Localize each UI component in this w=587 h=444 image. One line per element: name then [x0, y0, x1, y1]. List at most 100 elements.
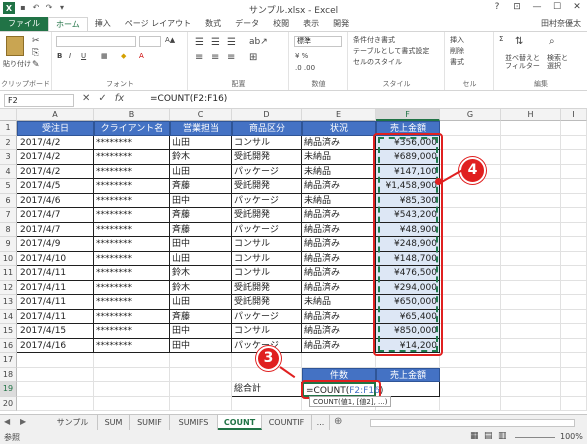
normal-view-icon[interactable]: ▦	[470, 431, 479, 441]
align-middle-icon[interactable]: ☰	[211, 37, 220, 48]
row-header[interactable]: 20	[0, 396, 17, 411]
grid-cell[interactable]	[501, 208, 561, 223]
table-row-cell[interactable]: 受託開発	[232, 150, 302, 165]
table-header-cell[interactable]: 商品区分	[232, 121, 302, 136]
italic-icon[interactable]: I	[69, 52, 71, 60]
font-size-box[interactable]	[139, 36, 161, 47]
sort-filter-button[interactable]: 並べ替えと フィルター	[505, 54, 540, 70]
column-header[interactable]: C	[170, 109, 232, 121]
grid-cell[interactable]	[561, 295, 587, 310]
sheet-tab-sum[interactable]: SUM	[98, 415, 130, 430]
row-header[interactable]: 15	[0, 324, 17, 339]
grid-cell[interactable]	[501, 135, 561, 150]
row-header[interactable]: 16	[0, 338, 17, 353]
close-button[interactable]: ✕	[567, 0, 587, 14]
table-row-cell[interactable]: パッケージ	[232, 164, 302, 179]
column-header[interactable]: I	[561, 109, 587, 121]
total-label-cell[interactable]: 総合計	[232, 382, 302, 397]
grid-cell[interactable]	[17, 353, 94, 368]
table-row-cell[interactable]: 田中	[170, 237, 232, 252]
copy-icon[interactable]: ⎘	[32, 48, 39, 58]
grid-cell[interactable]	[501, 237, 561, 252]
row-header[interactable]: 10	[0, 251, 17, 266]
table-row-cell[interactable]: パッケージ	[232, 222, 302, 237]
grid-cell[interactable]	[561, 280, 587, 295]
row-header[interactable]: 18	[0, 367, 17, 382]
grid-cell[interactable]	[501, 367, 561, 382]
table-row-cell[interactable]: 斉藤	[170, 309, 232, 324]
grid-cell[interactable]	[440, 382, 501, 397]
table-row-cell[interactable]: パッケージ	[232, 193, 302, 208]
number-format-box[interactable]: 標準	[294, 36, 342, 47]
grid-cell[interactable]	[561, 396, 587, 411]
grid-cell[interactable]	[170, 382, 232, 397]
grid-cell[interactable]	[561, 150, 587, 165]
sort-filter-icon[interactable]: ⇅	[515, 36, 523, 47]
tab-formulas[interactable]: 数式	[198, 17, 228, 31]
page-layout-view-icon[interactable]: ▤	[484, 431, 493, 441]
table-row-cell[interactable]: 鈴木	[170, 266, 232, 281]
table-row-cell[interactable]: ********	[94, 280, 170, 295]
page-break-view-icon[interactable]: ▥	[498, 431, 507, 441]
table-row-cell[interactable]: ********	[94, 338, 170, 353]
grid-cell[interactable]	[501, 280, 561, 295]
table-row-cell[interactable]: コンサル	[232, 237, 302, 252]
grid-cell[interactable]	[501, 251, 561, 266]
table-row-cell[interactable]: 納品済み	[302, 179, 376, 194]
table-row-cell[interactable]: 受託開発	[232, 280, 302, 295]
table-row-cell[interactable]: ********	[94, 164, 170, 179]
grid-cell[interactable]	[501, 150, 561, 165]
grid-cell[interactable]	[501, 266, 561, 281]
formula-input[interactable]: =COUNT(F2:F16)	[150, 94, 227, 104]
orientation-icon[interactable]: ab↗	[249, 37, 268, 47]
table-row-cell[interactable]: ********	[94, 237, 170, 252]
sheet-tab-sumif[interactable]: SUMIF	[130, 415, 170, 430]
row-header[interactable]: 11	[0, 266, 17, 281]
table-row-cell[interactable]: 2017/4/11	[17, 280, 94, 295]
format-cells-button[interactable]: 書式	[450, 57, 464, 67]
row-header[interactable]: 4	[0, 164, 17, 179]
table-row-cell[interactable]: 鈴木	[170, 150, 232, 165]
table-row-cell[interactable]: 納品済み	[302, 237, 376, 252]
column-header[interactable]: B	[94, 109, 170, 121]
row-header[interactable]: 2	[0, 135, 17, 150]
sales-header-cell[interactable]: 売上金額	[376, 367, 440, 382]
table-header-cell[interactable]: 営業担当	[170, 121, 232, 136]
sheet-tab-count[interactable]: COUNT	[218, 415, 262, 430]
table-row-cell[interactable]: 斉藤	[170, 208, 232, 223]
grid-cell[interactable]	[440, 251, 501, 266]
tab-developer[interactable]: 開発	[326, 17, 356, 31]
row-header[interactable]: 1	[0, 121, 17, 136]
sheet-tab-sumifs[interactable]: SUMIFS	[170, 415, 218, 430]
grid-cell[interactable]	[561, 382, 587, 397]
grid-cell[interactable]	[440, 266, 501, 281]
tab-scroll-left-icon[interactable]: ◀	[4, 417, 10, 426]
column-header[interactable]: A	[17, 109, 94, 121]
grid-cell[interactable]	[94, 382, 170, 397]
table-row-cell[interactable]: 納品済み	[302, 135, 376, 150]
table-row-cell[interactable]: 納品済み	[302, 338, 376, 353]
format-painter-icon[interactable]: ✎	[32, 60, 40, 70]
name-box[interactable]: F2	[4, 94, 74, 107]
table-row-cell[interactable]: コンサル	[232, 251, 302, 266]
undo-icon[interactable]: ↶	[31, 3, 41, 13]
row-header[interactable]: 19	[0, 382, 17, 397]
table-row-cell[interactable]: 田中	[170, 193, 232, 208]
grid-cell[interactable]	[561, 164, 587, 179]
ribbon-display-button[interactable]: ⊡	[507, 0, 527, 14]
grid-cell[interactable]	[94, 353, 170, 368]
grid-cell[interactable]	[561, 367, 587, 382]
grid-cell[interactable]	[170, 396, 232, 411]
row-header[interactable]: 8	[0, 222, 17, 237]
table-row-cell[interactable]: 2017/4/11	[17, 266, 94, 281]
font-color-icon[interactable]: A	[139, 52, 144, 60]
grid-cell[interactable]	[17, 396, 94, 411]
tab-data[interactable]: データ	[228, 17, 266, 31]
grid-cell[interactable]	[501, 222, 561, 237]
grid-cell[interactable]	[501, 324, 561, 339]
grid-cell[interactable]	[561, 338, 587, 353]
table-row-cell[interactable]: 受託開発	[232, 179, 302, 194]
tab-insert[interactable]: 挿入	[88, 17, 118, 31]
tab-scroll-right-icon[interactable]: ▶	[20, 417, 26, 426]
table-row-cell[interactable]: 未納品	[302, 164, 376, 179]
